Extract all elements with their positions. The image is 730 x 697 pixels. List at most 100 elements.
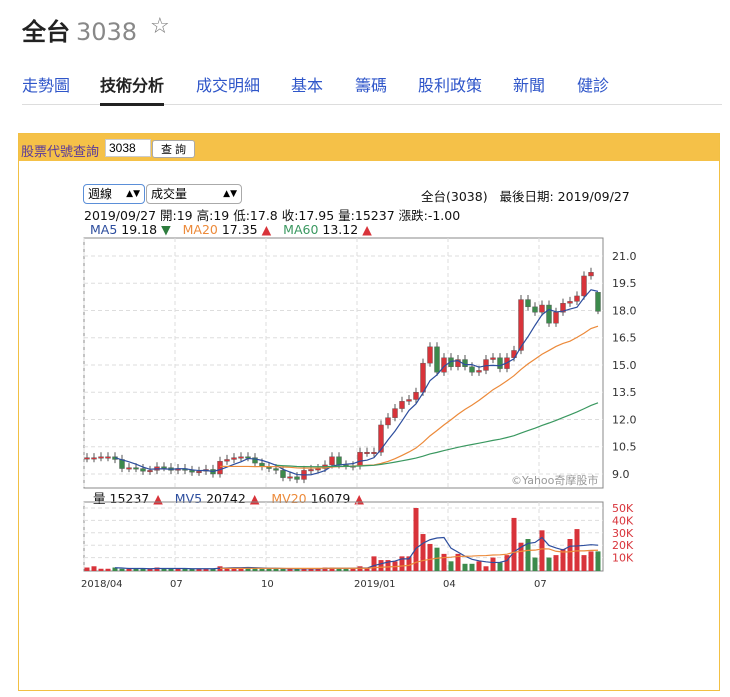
volume-bar xyxy=(588,551,594,571)
volume-bar xyxy=(371,556,377,571)
candle-body xyxy=(196,471,202,473)
candle-body xyxy=(140,468,146,472)
price-tick-label: 18.0 xyxy=(612,304,637,317)
volume-tick-label: 10K xyxy=(612,552,634,565)
candle-body xyxy=(434,346,440,373)
volume-bar xyxy=(427,543,433,571)
volume-bar xyxy=(469,563,475,571)
candle-body xyxy=(126,467,132,470)
volume-tick-label: 30K xyxy=(612,527,634,540)
candle-body xyxy=(147,470,153,473)
candle-body xyxy=(84,457,90,460)
ma60-line xyxy=(275,402,599,468)
x-tick-label: 2019/01 xyxy=(354,579,396,590)
candle-body xyxy=(420,362,426,393)
candle-body xyxy=(287,476,293,479)
candle-body xyxy=(105,456,111,459)
volume-bar xyxy=(511,517,517,571)
candle-body xyxy=(238,456,244,459)
candle-body xyxy=(91,457,97,460)
x-tick-label: 07 xyxy=(534,579,547,590)
candle-body xyxy=(378,424,384,453)
candle-body xyxy=(581,275,587,297)
candle-body xyxy=(357,451,363,467)
candle-body xyxy=(231,457,237,460)
price-tick-label: 15.0 xyxy=(612,359,637,372)
candle-body xyxy=(308,469,314,472)
candle-body xyxy=(469,366,475,373)
candle-body xyxy=(133,467,139,470)
price-tick-label: 19.5 xyxy=(612,277,637,290)
volume-bar xyxy=(259,568,265,571)
volume-bar xyxy=(581,555,587,571)
volume-bar xyxy=(343,568,349,571)
volume-bar xyxy=(595,551,601,571)
price-tick-label: 9.0 xyxy=(612,468,630,481)
candle-body xyxy=(427,346,433,364)
volume-bar xyxy=(420,534,426,571)
volume-bar xyxy=(378,560,384,571)
candle-body xyxy=(490,357,496,360)
x-tick-label: 2018/04 xyxy=(81,579,123,590)
candle-body xyxy=(539,304,545,313)
candle-body xyxy=(189,470,195,473)
volume-bar xyxy=(434,547,440,571)
candle-body xyxy=(399,401,405,409)
volume-bar xyxy=(567,539,573,571)
candle-body xyxy=(217,461,223,475)
candle-body xyxy=(280,470,286,478)
candle-body xyxy=(553,312,559,324)
volume-bar xyxy=(119,568,125,571)
volume-bar xyxy=(462,563,468,571)
price-tick-label: 10.5 xyxy=(612,441,637,454)
candle-body xyxy=(224,459,230,462)
volume-bar xyxy=(105,568,111,571)
candle-body xyxy=(532,306,538,313)
candle-body xyxy=(546,304,552,324)
candle-body xyxy=(273,468,279,471)
volume-bar xyxy=(553,555,559,571)
volume-bar xyxy=(84,567,90,571)
price-tick-label: 12.0 xyxy=(612,413,637,426)
x-tick-label: 07 xyxy=(170,579,183,590)
volume-bar xyxy=(448,561,454,571)
candle-body xyxy=(406,399,412,402)
volume-bar xyxy=(91,566,97,571)
volume-bar xyxy=(532,557,538,571)
candle-body xyxy=(371,451,377,454)
price-tick-label: 13.5 xyxy=(612,386,637,399)
volume-bar xyxy=(98,568,104,571)
candle-body xyxy=(525,299,531,308)
volume-bar xyxy=(273,568,279,571)
price-tick-label: 21.0 xyxy=(612,250,637,263)
volume-bar xyxy=(336,568,342,571)
candle-body xyxy=(329,456,335,466)
volume-bar xyxy=(483,566,489,571)
volume-bar xyxy=(539,530,545,571)
candle-body xyxy=(385,417,391,426)
price-plot-frame xyxy=(83,237,604,489)
volume-bar xyxy=(490,557,496,571)
volume-tick-label: 40K xyxy=(612,514,634,527)
candle-body xyxy=(413,392,419,400)
price-tick-label: 16.5 xyxy=(612,332,637,345)
volume-bar xyxy=(476,561,482,571)
candle-body xyxy=(574,295,580,302)
candle-body xyxy=(518,299,524,351)
volume-tick-label: 50K xyxy=(612,502,634,515)
volume-plot-frame xyxy=(83,501,604,572)
candle-body xyxy=(294,476,300,480)
candle-body xyxy=(497,357,503,369)
stock-chart: 21.0 19.5 18.0 16.5 15.0 13.5 12.0 10.5 9.0 50K40… xyxy=(81,237,637,590)
volume-bar xyxy=(574,529,580,571)
candle-body xyxy=(98,456,104,459)
watermark: ©Yahoo奇摩股市 xyxy=(511,473,598,487)
volume-bar xyxy=(266,568,272,571)
volume-tick-label: 20K xyxy=(612,539,634,552)
candle-body xyxy=(392,408,398,418)
volume-bar xyxy=(497,562,503,571)
candle-body xyxy=(483,359,489,371)
candle-body xyxy=(588,272,594,277)
x-tick-label: 04 xyxy=(443,579,456,590)
volume-bar xyxy=(546,557,552,571)
